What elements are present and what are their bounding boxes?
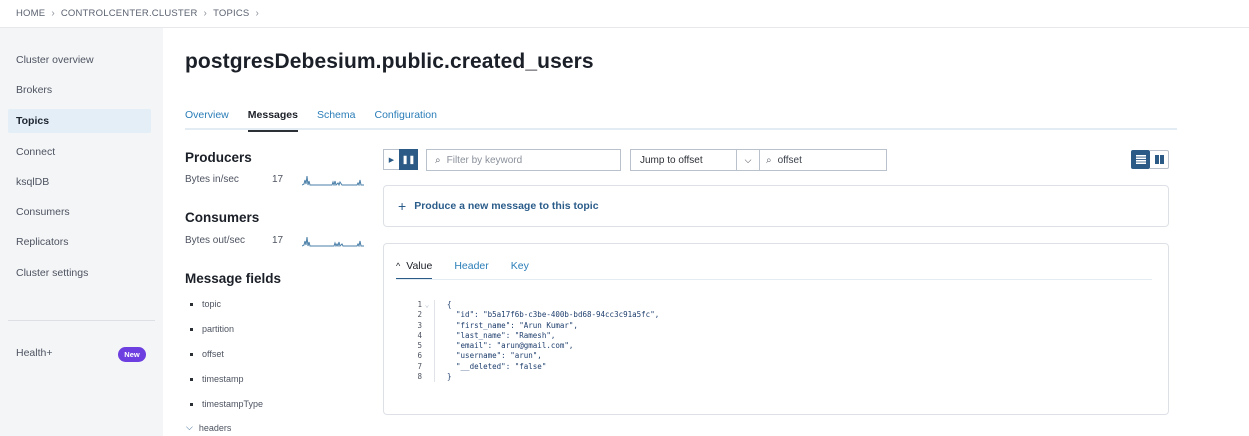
filter-search-box: ⌕ bbox=[426, 149, 621, 171]
bullet-icon bbox=[190, 377, 193, 381]
field-label: timestampType bbox=[202, 399, 264, 409]
bullet-icon bbox=[190, 352, 193, 356]
message-tabs: ^ Value Header Key bbox=[396, 260, 551, 280]
bytes-out-sparkline bbox=[302, 236, 364, 247]
tab-value[interactable]: ^ Value bbox=[396, 260, 433, 280]
code-line: 8} bbox=[417, 372, 452, 383]
sidebar-item-health-plus[interactable]: Health+ bbox=[16, 347, 52, 359]
play-icon: ▶ bbox=[388, 156, 395, 164]
list-view-button[interactable] bbox=[1131, 150, 1150, 169]
offset-input[interactable] bbox=[777, 154, 910, 166]
bullet-icon bbox=[190, 302, 193, 306]
tab-value-label: Value bbox=[406, 260, 433, 272]
breadcrumb-home[interactable]: HOME bbox=[16, 8, 45, 19]
produce-message-label: Produce a new message to this topic bbox=[414, 200, 599, 212]
sidebar-item-brokers[interactable]: Brokers bbox=[8, 78, 151, 102]
field-timestamp[interactable]: timestamp bbox=[190, 374, 244, 384]
pause-icon: ❚❚ bbox=[401, 155, 416, 164]
tab-header[interactable]: Header bbox=[454, 260, 488, 280]
list-view-icon bbox=[1135, 155, 1146, 164]
bullet-icon bbox=[190, 327, 193, 331]
bytes-in-value: 17 bbox=[272, 174, 284, 185]
chevron-right-icon: › bbox=[203, 8, 208, 19]
bytes-in-sparkline bbox=[302, 175, 364, 186]
bullet-icon bbox=[190, 402, 193, 406]
page-title: postgresDebesium.public.created_users bbox=[185, 50, 594, 73]
search-icon: ⌕ bbox=[435, 154, 441, 166]
search-icon: ⌕ bbox=[766, 154, 772, 166]
message-card: ^ Value Header Key 1 ⌄{ 2 "id": "b5a17f6b-… bbox=[383, 243, 1169, 415]
pause-button[interactable]: ❚❚ bbox=[399, 149, 418, 170]
offset-search-box: ⌕ bbox=[759, 149, 910, 171]
sidebar-item-cluster-overview[interactable]: Cluster overview bbox=[8, 48, 151, 72]
bytes-in-label: Bytes in/sec bbox=[185, 174, 239, 185]
code-line: 5 "email": "arun@gmail.com", bbox=[417, 341, 574, 352]
sidebar-item-consumers[interactable]: Consumers bbox=[8, 200, 151, 224]
header-divider bbox=[0, 27, 1249, 28]
code-line: 4 "last_name": "Ramesh", bbox=[417, 330, 556, 342]
bytes-out-value: 17 bbox=[272, 235, 284, 246]
code-line: 3 "first_name": "Arun Kumar", bbox=[417, 320, 578, 331]
new-badge: New bbox=[118, 347, 146, 362]
field-label: offset bbox=[202, 349, 224, 359]
chevron-right-icon: › bbox=[255, 8, 259, 19]
tab-key[interactable]: Key bbox=[511, 260, 529, 280]
chevron-down-icon: ⌵ bbox=[186, 422, 193, 432]
chevron-up-icon: ^ bbox=[396, 261, 401, 271]
code-line: 2 "id": "b5a17f6b-c3be-400b-bd68-94cc3c9… bbox=[417, 310, 660, 321]
producers-heading: Producers bbox=[185, 150, 252, 165]
breadcrumb: HOME › CONTROLCENTER.CLUSTER › TOPICS › bbox=[16, 0, 265, 27]
code-viewer: 1 ⌄{ 2 "id": "b5a17f6b-c3be-400b-bd68-94c… bbox=[404, 300, 660, 383]
sidebar-item-cluster-settings[interactable]: Cluster settings bbox=[8, 261, 151, 285]
produce-message-button[interactable]: + Produce a new message to this topic bbox=[383, 185, 1169, 227]
code-line: 1 ⌄{ bbox=[417, 300, 452, 311]
fold-icon[interactable]: ⌄ bbox=[422, 300, 432, 310]
chevron-down-icon[interactable]: ⌵ bbox=[736, 149, 760, 171]
tabs-underline bbox=[185, 128, 1177, 130]
keyword-filter-input[interactable] bbox=[446, 154, 597, 166]
sidebar-item-topics[interactable]: Topics bbox=[8, 109, 151, 133]
bytes-out-label: Bytes out/sec bbox=[185, 235, 246, 246]
field-label: partition bbox=[202, 324, 235, 334]
play-button[interactable]: ▶ bbox=[383, 149, 399, 170]
consumers-heading: Consumers bbox=[185, 210, 260, 225]
code-line: 7 "__deleted": "false" bbox=[417, 361, 547, 373]
sidebar-item-replicators[interactable]: Replicators bbox=[8, 230, 151, 254]
sidebar-divider bbox=[8, 320, 155, 321]
card-view-icon bbox=[1154, 155, 1164, 164]
field-offset[interactable]: offset bbox=[190, 349, 224, 359]
jump-to-select[interactable]: Jump to offset bbox=[630, 149, 737, 171]
field-label: headers bbox=[198, 422, 232, 433]
message-tabs-underline bbox=[396, 279, 1152, 280]
field-headers-toggle[interactable]: ⌵ headers bbox=[186, 422, 231, 433]
breadcrumb-cluster[interactable]: CONTROLCENTER.CLUSTER bbox=[61, 8, 198, 19]
field-label: timestamp bbox=[202, 374, 244, 384]
chevron-right-icon: › bbox=[51, 8, 55, 19]
sidebar-item-connect[interactable]: Connect bbox=[8, 140, 151, 164]
card-view-button[interactable] bbox=[1150, 150, 1169, 169]
field-partition[interactable]: partition bbox=[190, 324, 234, 334]
breadcrumb-topics[interactable]: TOPICS bbox=[213, 8, 249, 19]
sidebar: Cluster overview Brokers Topics Connect … bbox=[0, 28, 163, 436]
plus-icon: + bbox=[398, 198, 407, 214]
message-fields-heading: Message fields bbox=[185, 271, 282, 286]
sidebar-item-ksqldb[interactable]: ksqlDB bbox=[8, 170, 151, 194]
code-line: 6 "username": "arun", bbox=[417, 351, 542, 362]
field-topic[interactable]: topic bbox=[190, 299, 221, 309]
field-label: topic bbox=[202, 299, 222, 309]
field-timestamptype[interactable]: timestampType bbox=[190, 399, 263, 409]
